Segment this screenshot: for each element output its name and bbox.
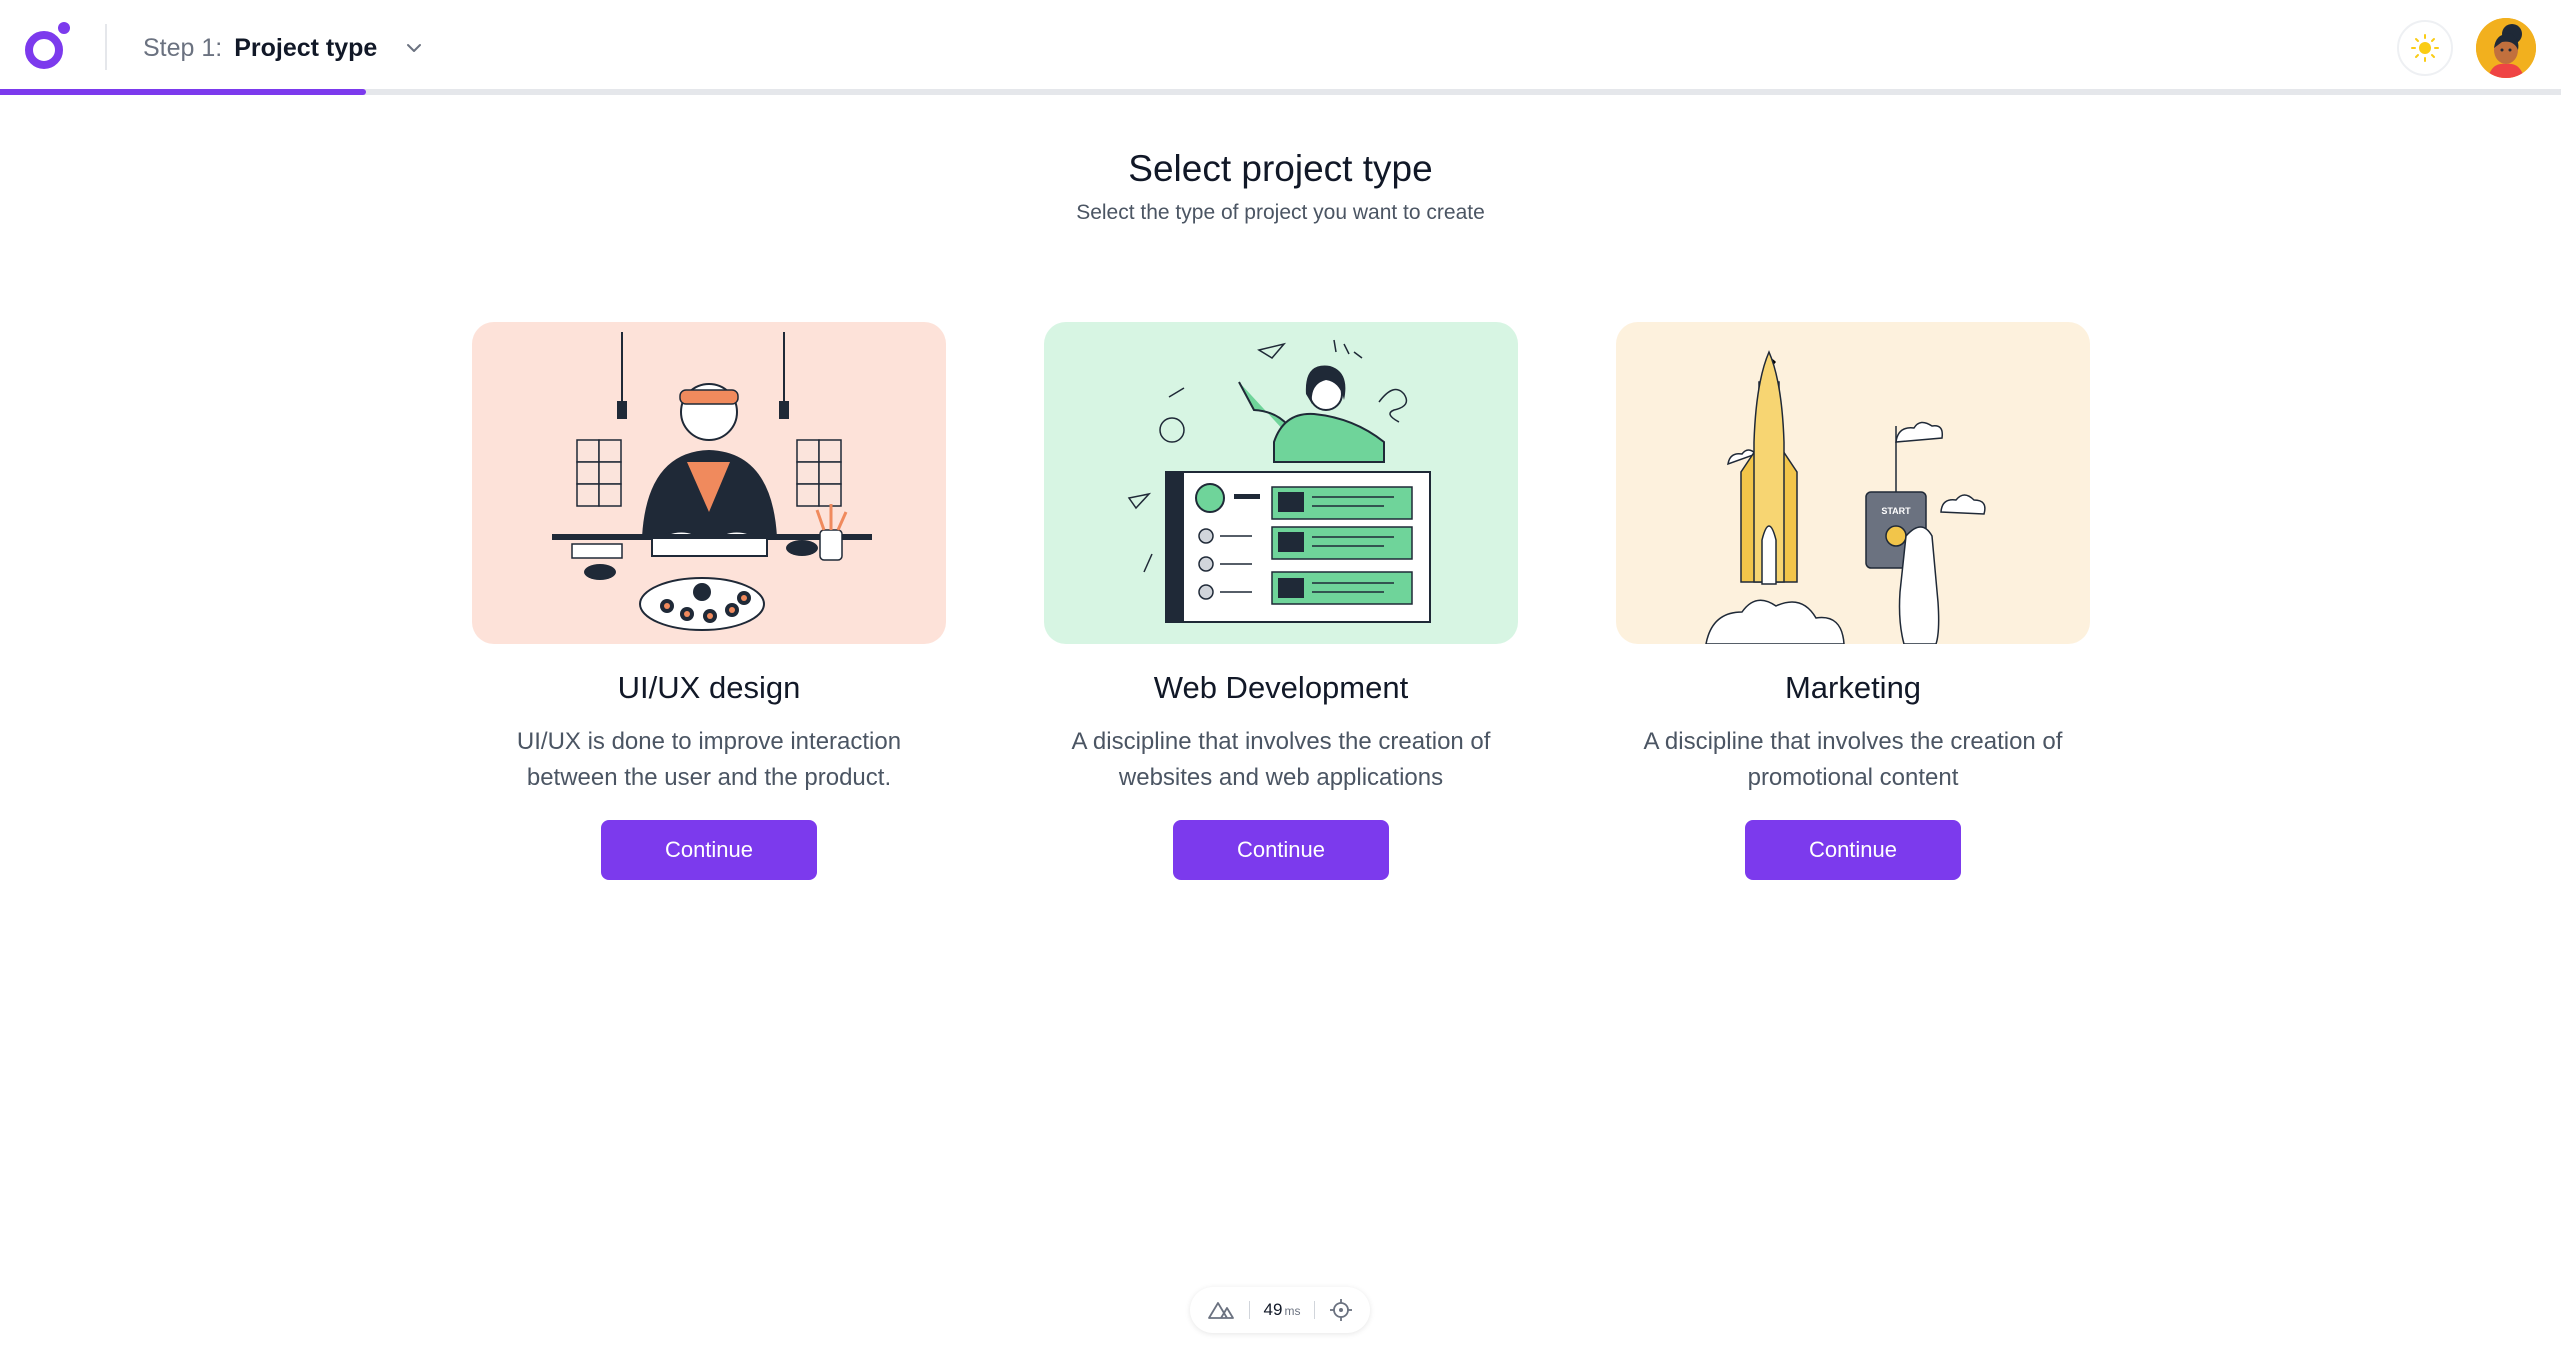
- progress-fill: [0, 89, 367, 95]
- continue-button-marketing[interactable]: Continue: [1745, 820, 1961, 880]
- card-title: Web Development: [1153, 670, 1409, 705]
- chevron-down-icon: [407, 44, 422, 52]
- app-logo-icon[interactable]: [22, 20, 74, 72]
- progress-bar: [0, 89, 2561, 95]
- card-description: UI/UX is done to improve interaction bet…: [516, 728, 902, 791]
- step-prefix: Step 1:: [143, 33, 223, 62]
- continue-button-webdev[interactable]: Continue: [1173, 820, 1389, 880]
- perf-separator: [1314, 1301, 1316, 1319]
- svg-text:START: START: [1881, 506, 1911, 516]
- crosshair-icon[interactable]: [1329, 1298, 1353, 1322]
- step-title: Project type: [234, 33, 378, 62]
- perf-value-wrap: 49 ms: [1264, 1300, 1301, 1320]
- user-avatar[interactable]: [2476, 18, 2536, 78]
- marketing-illustration: START: [1616, 322, 2090, 644]
- nuxt-icon: [1208, 1302, 1234, 1319]
- perf-separator: [1248, 1301, 1250, 1319]
- header-divider: [105, 24, 107, 70]
- perf-value: 49: [1263, 1300, 1283, 1319]
- uiux-illustration: [472, 322, 946, 644]
- continue-button-uiux[interactable]: Continue: [601, 820, 817, 880]
- sushi-chef-illustration: [552, 332, 872, 631]
- perf-indicator[interactable]: 49 ms: [1190, 1287, 1370, 1333]
- card-title: Marketing: [1784, 670, 1922, 705]
- card-description: A discipline that involves the creation …: [1071, 728, 1491, 791]
- card-title: UI/UX design: [617, 670, 801, 705]
- sun-icon: [2411, 34, 2439, 62]
- project-card-webdev: Web Development A discipline that involv…: [1044, 322, 1518, 880]
- card-description: A discipline that involves the creation …: [1643, 728, 2063, 791]
- webdev-illustration: [1044, 322, 1518, 644]
- developer-illustration: [1127, 339, 1431, 623]
- rocket-launch-illustration: START: [1705, 350, 1986, 644]
- project-card-marketing: START Marketing A discipline that involv…: [1616, 322, 2090, 880]
- top-bar: Step 1: Project type: [0, 0, 2561, 96]
- perf-unit: ms: [1284, 1304, 1301, 1318]
- page-subtitle: Select the type of project you want to c…: [1076, 201, 1485, 224]
- page-title: Select project type: [1128, 148, 1433, 189]
- project-card-uiux: UI/UX design UI/UX is done to improve in…: [472, 322, 946, 880]
- step-selector[interactable]: Step 1: Project type: [143, 28, 425, 68]
- theme-toggle-button[interactable]: [2397, 20, 2453, 76]
- avatar-icon: [2476, 18, 2536, 78]
